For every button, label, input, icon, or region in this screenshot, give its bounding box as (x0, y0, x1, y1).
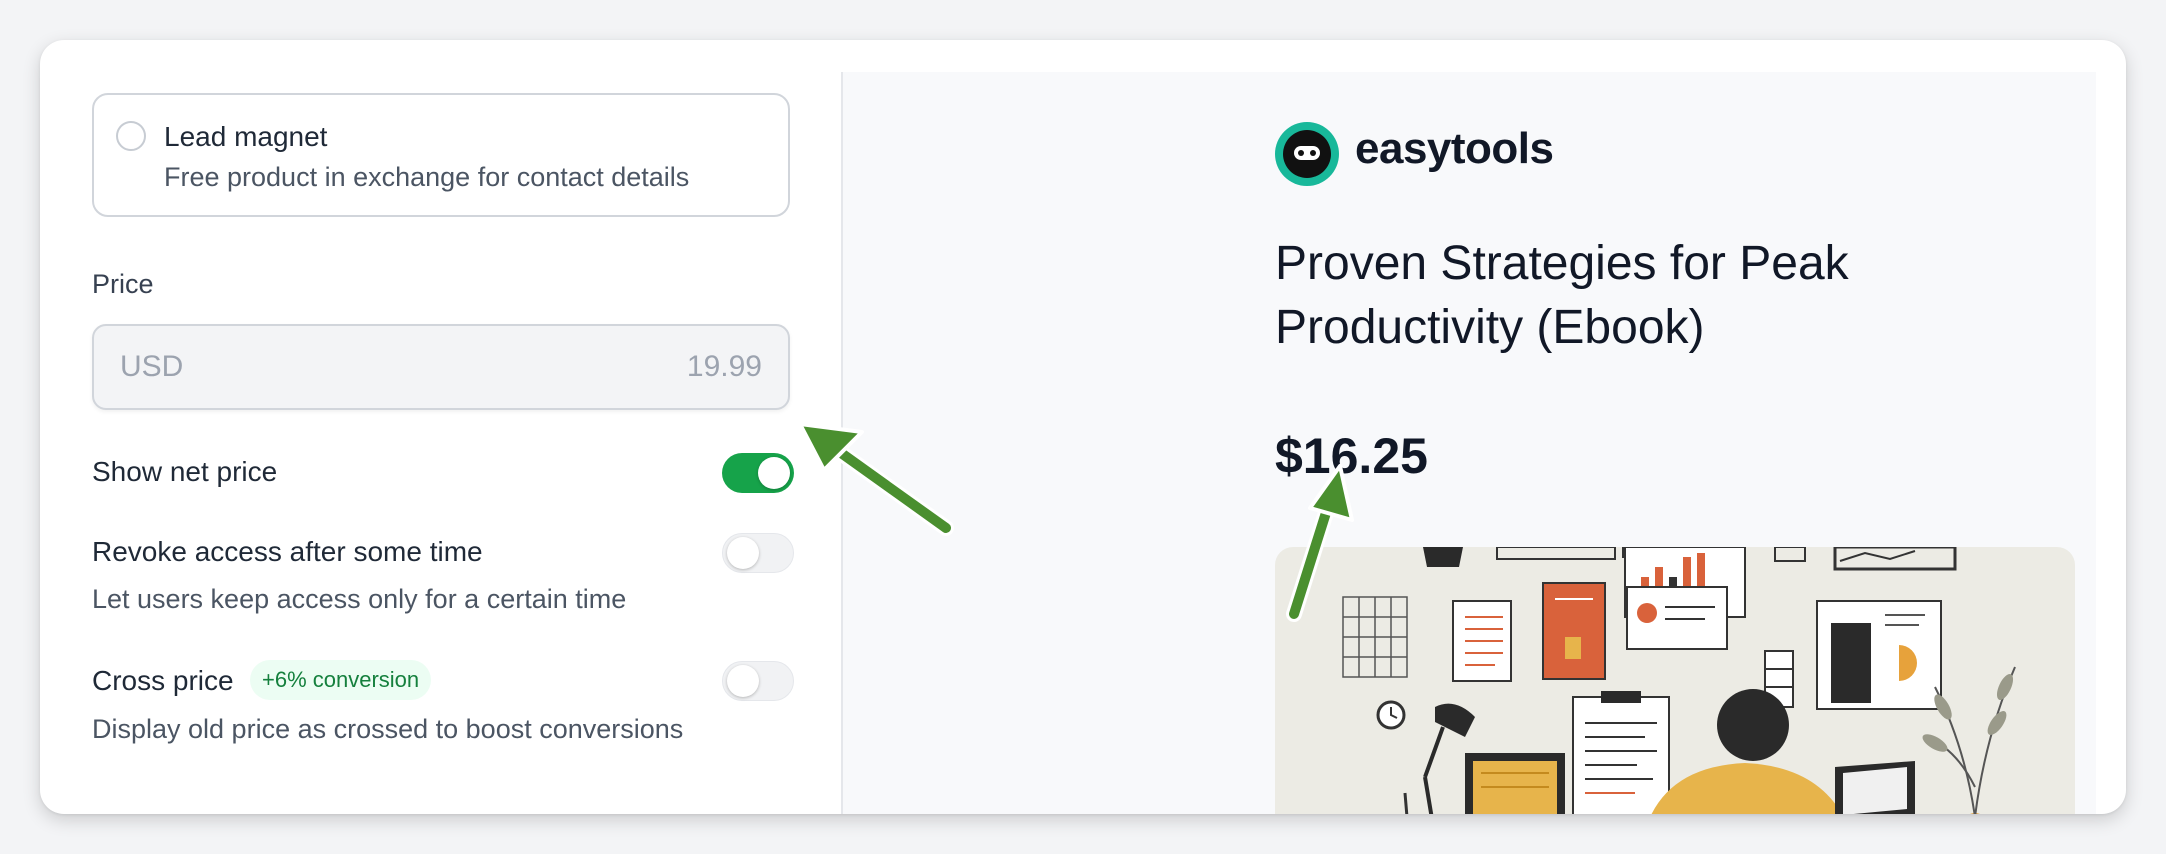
lead-magnet-description: Free product in exchange for contact det… (164, 162, 690, 192)
show-net-price-toggle[interactable] (722, 453, 794, 493)
lead-magnet-option[interactable]: Lead magnet Free product in exchange for… (92, 93, 790, 217)
product-cover-image (1275, 547, 2075, 814)
cross-price-toggle[interactable] (722, 661, 794, 701)
toggle-knob (758, 457, 790, 489)
cross-price-label: Cross price (92, 665, 234, 696)
toggle-knob (727, 665, 759, 697)
cross-price-description: Display old price as crossed to boost co… (92, 714, 684, 744)
product-title: Proven Strategies for Peak Productivity … (1275, 237, 1849, 354)
revoke-access-description: Let users keep access only for a certain… (92, 584, 627, 614)
revoke-access-toggle[interactable] (722, 533, 794, 573)
price-input[interactable]: USD 19.99 (92, 324, 790, 410)
price-label: Price (92, 269, 154, 299)
show-net-price-label: Show net price (92, 456, 278, 487)
checkout-preview: easytools Proven Strategies for Peak Pro… (843, 72, 2096, 814)
brand-name: easytools (1355, 124, 1554, 173)
price-amount[interactable]: 19.99 (687, 350, 762, 384)
workspace-illustration (1342, 547, 2016, 814)
toggle-knob (727, 537, 759, 569)
net-price: $16.25 (1275, 428, 1428, 484)
sloth-logo-icon (1275, 122, 1339, 186)
lead-magnet-radio[interactable] (116, 121, 146, 151)
currency-label[interactable]: USD (120, 350, 183, 384)
revoke-access-label: Revoke access after some time (92, 536, 483, 567)
lead-magnet-title: Lead magnet (164, 121, 328, 152)
conversion-badge: +6% conversion (250, 660, 432, 700)
product-settings-card: Lead magnet Free product in exchange for… (40, 40, 2126, 814)
